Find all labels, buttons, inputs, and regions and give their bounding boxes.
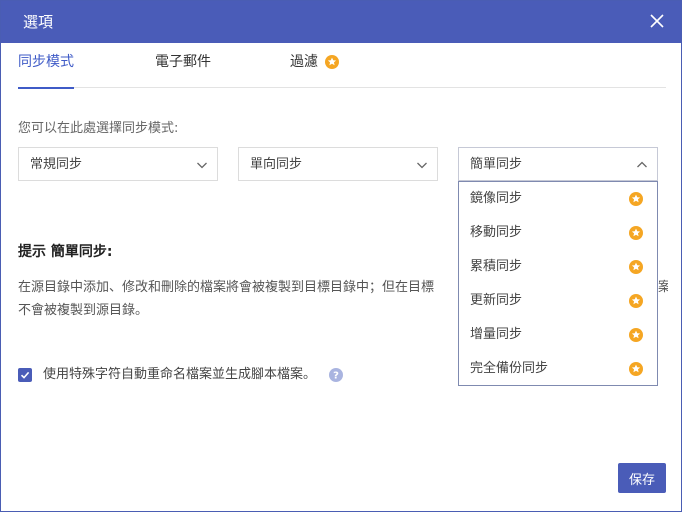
star-badge-icon: [629, 328, 643, 342]
dropdown-option-move-sync[interactable]: 移動同步: [459, 216, 657, 250]
svg-text:?: ?: [333, 371, 339, 382]
sync-method-dropdown: 鏡像同步 移動同步 累積同步 更新同步 增量同步 完全備份同步: [458, 181, 658, 386]
star-badge-icon: [629, 294, 643, 308]
dropdown-option-update-sync[interactable]: 更新同步: [459, 284, 657, 318]
help-icon[interactable]: ?: [328, 367, 344, 383]
options-dialog: 選項 同步模式 電子郵件 過濾 您可以在此處選擇同步模式: 常規同步 單向同步 …: [0, 0, 682, 512]
dropdown-option-mirror-sync[interactable]: 鏡像同步: [459, 182, 657, 216]
tab-bar: 同步模式 電子郵件 過濾: [18, 43, 666, 89]
sync-type-select[interactable]: 常規同步: [18, 147, 218, 181]
close-button[interactable]: [645, 9, 669, 33]
close-icon: [650, 14, 664, 28]
star-badge-icon: [629, 260, 643, 274]
dialog-title: 選項: [23, 13, 54, 31]
sync-mode-label: 您可以在此處選擇同步模式:: [18, 121, 179, 136]
select-value: 單向同步: [250, 157, 303, 172]
tab-email[interactable]: 電子郵件: [155, 43, 211, 88]
tab-filter[interactable]: 過濾: [290, 43, 339, 88]
auto-rename-label: 使用特殊字符自動重命名檔案並生成腳本檔案。: [43, 367, 317, 382]
tab-sync-mode[interactable]: 同步模式: [18, 43, 74, 89]
hint-line-1: 在源目錄中添加、修改和刪除的檔案將會被複製到目標目錄中；但在目標: [18, 280, 435, 295]
star-badge-icon: [629, 192, 643, 206]
dropdown-option-full-backup-sync[interactable]: 完全備份同步: [459, 352, 657, 386]
star-badge-icon: [629, 362, 643, 376]
select-value: 簡單同步: [470, 157, 523, 172]
save-button[interactable]: 保存: [618, 463, 666, 493]
title-bar: 選項: [1, 1, 681, 43]
chevron-up-icon: [637, 161, 647, 168]
dropdown-option-cumulative-sync[interactable]: 累積同步: [459, 250, 657, 284]
sync-direction-select[interactable]: 單向同步: [238, 147, 438, 181]
checkmark-icon: [20, 371, 30, 379]
sync-method-select[interactable]: 簡單同步: [458, 147, 658, 181]
hint-title: 提示 簡單同步:: [18, 244, 113, 260]
hint-line-2: 不會被複製到源目錄。: [18, 303, 149, 318]
star-badge-icon: [325, 55, 339, 69]
auto-rename-option: 使用特殊字符自動重命名檔案並生成腳本檔案。 ?: [18, 365, 344, 385]
select-value: 常規同步: [30, 157, 83, 172]
dropdown-option-incremental-sync[interactable]: 增量同步: [459, 318, 657, 352]
star-badge-icon: [629, 226, 643, 240]
hint-line-1-tail: 案: [658, 280, 668, 295]
hint-description: 在源目錄中添加、修改和刪除的檔案將會被複製到目標目錄中；但在目標 不會被複製到源…: [18, 276, 458, 322]
chevron-down-icon: [197, 162, 207, 169]
auto-rename-checkbox[interactable]: [18, 368, 32, 382]
chevron-down-icon: [417, 162, 427, 169]
